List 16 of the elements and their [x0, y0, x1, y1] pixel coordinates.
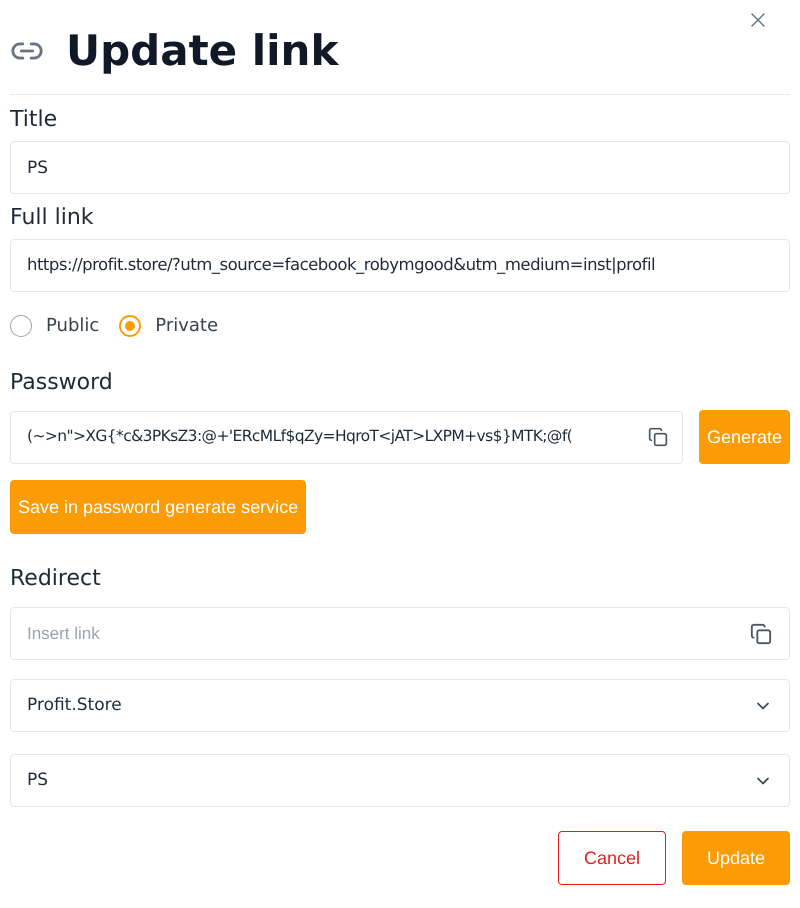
radio-option[interactable]: Private	[119, 312, 218, 339]
password-field[interactable]: (~>n">XG{*c&3PKsZ3:@+'ERcMLf$qZy=HqroT<jAT>LXPM+vs$}MTK;@f(	[10, 410, 683, 464]
field-label: Title	[10, 109, 58, 131]
dialog-title: Update link	[66, 30, 338, 72]
redirect-link-field[interactable]: Insert link	[10, 607, 790, 660]
copy-icon[interactable]	[750, 622, 772, 644]
field-label: Password	[10, 372, 114, 394]
field-label: Full link	[10, 207, 95, 229]
radio-option[interactable]: Public	[10, 312, 100, 339]
title-field[interactable]: PS	[10, 141, 790, 194]
select-field[interactable]: PS	[10, 754, 790, 807]
copy-icon[interactable]	[648, 427, 668, 447]
select-field[interactable]: Profit.Store	[10, 679, 790, 732]
link-field[interactable]: https://profit.store/?utm_source=facebook_robymgood&utm_medium=inst|profil	[10, 239, 790, 292]
cancel-button[interactable]: Cancel	[558, 831, 666, 885]
field-label: Redirect	[10, 568, 102, 590]
